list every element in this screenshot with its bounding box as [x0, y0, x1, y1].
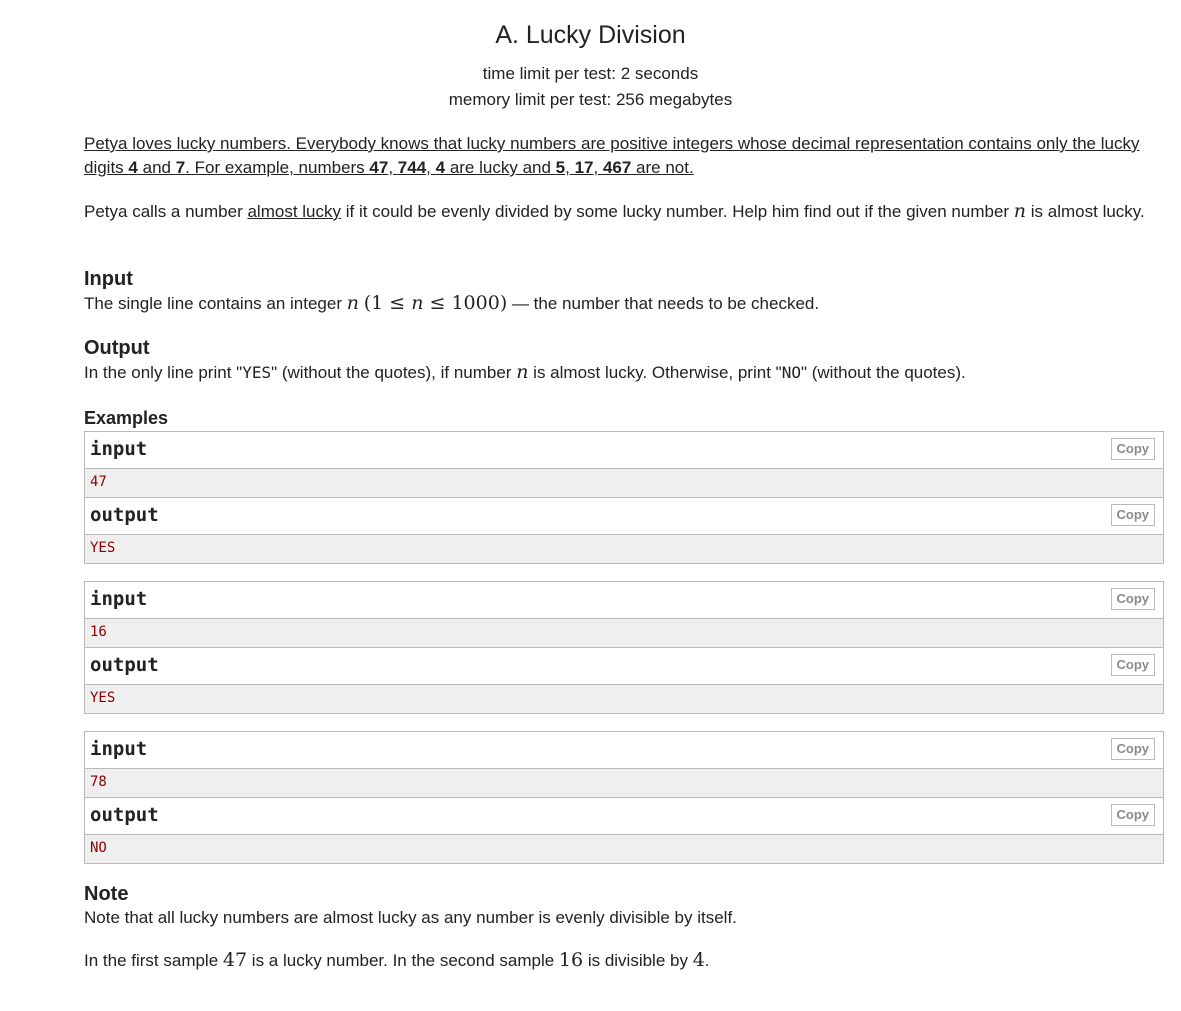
time-limit: time limit per test: 2 seconds	[482, 64, 699, 83]
statement-text: is almost lucky.	[1026, 202, 1145, 221]
math-var-n: n	[346, 292, 359, 314]
output-data: YES	[85, 685, 1163, 713]
legend-paragraph-2: Petya calls a number almost lucky if it …	[84, 199, 1164, 224]
example-block: input Copy 16 output Copy YES	[84, 581, 1164, 714]
note-paragraph-2: In the first sample 47 is a lucky number…	[84, 948, 1164, 973]
examples-header: Examples	[84, 407, 1164, 429]
output-text: is almost lucky. Otherwise, print "	[528, 363, 782, 382]
output-value: YES	[90, 540, 116, 556]
statement-text: are lucky and	[445, 158, 556, 177]
statement-text: . For example, numbers	[185, 158, 370, 177]
input-label: input	[90, 438, 148, 460]
input-value: 47	[90, 474, 107, 490]
input-section-title: Input	[84, 268, 133, 290]
statement-text: ,	[388, 158, 398, 177]
problem-header: A. Lucky Division time limit per test: 2…	[0, 0, 1181, 113]
output-text: " (without the quotes), if number	[271, 363, 517, 382]
input-header: input Copy	[85, 432, 1163, 469]
number-5: 5	[555, 158, 566, 177]
input-label: input	[90, 738, 148, 760]
output-header: output Copy	[85, 648, 1163, 685]
input-value: 78	[90, 774, 107, 790]
note-text: is divisible by	[583, 951, 693, 970]
lucky-definition: Petya loves lucky numbers. Everybody kno…	[84, 134, 1139, 177]
example-block: input Copy 78 output Copy NO	[84, 731, 1164, 864]
output-header: output Copy	[85, 798, 1163, 835]
math-var-n: n	[411, 292, 424, 314]
note-title: Note	[84, 883, 129, 905]
output-text: In the only line print "	[84, 363, 243, 382]
input-label: input	[90, 588, 148, 610]
output-value: YES	[90, 690, 116, 706]
copy-input-button[interactable]: Copy	[1110, 438, 1155, 460]
note-text: In the first sample	[84, 951, 223, 970]
output-label: output	[90, 654, 159, 676]
output-data: NO	[85, 835, 1163, 863]
copy-output-button[interactable]: Copy	[1110, 654, 1155, 676]
math-constraint: (1 ≤	[363, 292, 412, 314]
statement-text: ,	[565, 158, 575, 177]
statement-text: are not.	[631, 158, 694, 177]
examples-title: Examples	[84, 408, 169, 428]
number-47: 47	[369, 158, 389, 177]
copy-input-button[interactable]: Copy	[1110, 588, 1155, 610]
almost-lucky-term: almost lucky	[247, 202, 341, 221]
output-text: " (without the quotes).	[800, 363, 966, 382]
copy-output-button[interactable]: Copy	[1110, 804, 1155, 826]
code-yes: YES	[242, 363, 272, 382]
note-section: Note Note that all lucky numbers are alm…	[84, 882, 1164, 973]
math-number-47: 47	[222, 949, 248, 971]
output-data: YES	[85, 535, 1163, 563]
number-17: 17	[574, 158, 594, 177]
number-467: 467	[602, 158, 632, 177]
output-label: output	[90, 804, 159, 826]
input-data: 47	[85, 469, 1163, 498]
note-paragraph-1: Note that all lucky numbers are almost l…	[84, 908, 737, 927]
input-text: — the number that needs to be checked.	[507, 294, 820, 313]
legend-paragraph-1: Petya loves lucky numbers. Everybody kno…	[84, 132, 1164, 180]
output-value: NO	[90, 840, 107, 856]
output-header: output Copy	[85, 498, 1163, 535]
problem-page: A. Lucky Division time limit per test: 2…	[0, 0, 1181, 1011]
output-label: output	[90, 504, 159, 526]
note-text: .	[704, 951, 710, 970]
digit-4: 4	[128, 158, 138, 177]
math-constraint: ≤ 1000)	[423, 292, 508, 314]
input-data: 78	[85, 769, 1163, 798]
math-number-4: 4	[692, 949, 705, 971]
note-text: is a lucky number. In the second sample	[247, 951, 559, 970]
digit-7: 7	[175, 158, 186, 177]
statement-text: Petya calls a number	[84, 202, 248, 221]
input-data: 16	[85, 619, 1163, 648]
statement-text: ,	[426, 158, 436, 177]
math-var-n: n	[516, 361, 529, 383]
memory-limit: memory limit per test: 256 megabytes	[448, 90, 733, 109]
output-section-title: Output	[84, 337, 150, 359]
number-744: 744	[397, 158, 427, 177]
input-text: The single line contains an integer	[84, 294, 347, 313]
input-header: input Copy	[85, 582, 1163, 619]
copy-input-button[interactable]: Copy	[1110, 738, 1155, 760]
statement-text: if it could be evenly divided by some lu…	[341, 202, 1014, 221]
code-no: NO	[781, 363, 801, 382]
input-specification: Input The single line contains an intege…	[84, 267, 1164, 316]
math-number-16: 16	[558, 949, 584, 971]
input-header: input Copy	[85, 732, 1163, 769]
copy-output-button[interactable]: Copy	[1110, 504, 1155, 526]
input-value: 16	[90, 624, 107, 640]
statement-text: and	[137, 158, 176, 177]
math-var-n: n	[1013, 200, 1027, 222]
problem-title: A. Lucky Division	[495, 21, 686, 49]
output-specification: Output In the only line print "YES" (wit…	[84, 336, 1164, 385]
example-block: input Copy 47 output Copy YES	[84, 431, 1164, 564]
number-4: 4	[435, 158, 446, 177]
statement-text: ,	[593, 158, 603, 177]
